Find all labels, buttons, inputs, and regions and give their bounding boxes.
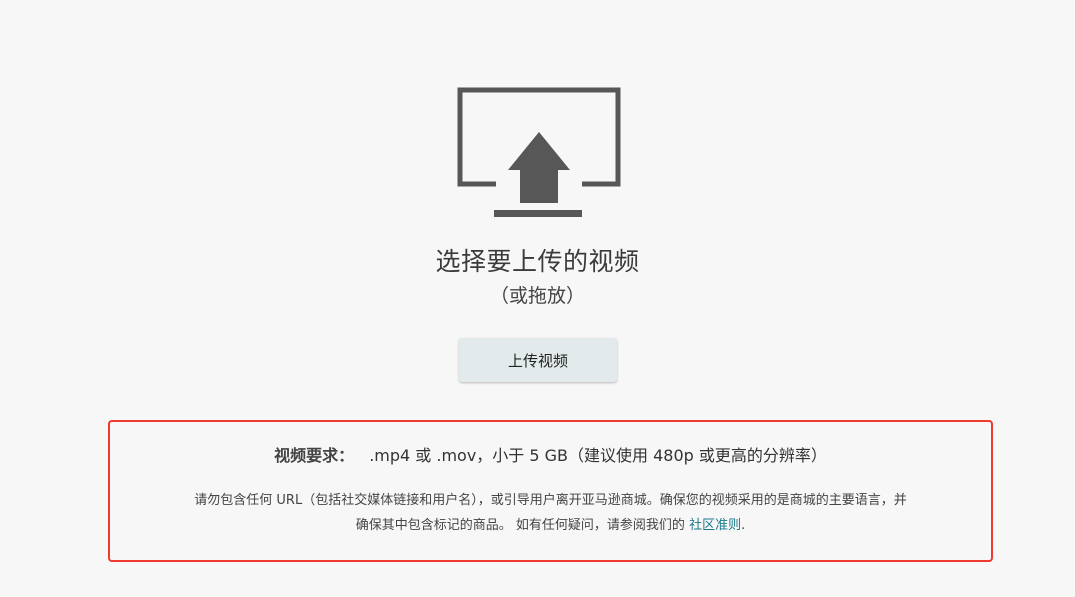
drag-drop-hint: （或拖放） xyxy=(489,285,585,307)
upload-video-button[interactable]: 上传视频 xyxy=(459,338,617,382)
guideline-text: 请勿包含任何 URL（包括社交媒体链接和用户名），或引导用户离开亚马逊商城。确保… xyxy=(110,488,991,538)
community-guidelines-link[interactable]: 社区准则 xyxy=(689,518,741,533)
video-requirements-box: 视频要求： .mp4 或 .mov，小于 5 GB（建议使用 480p 或更高的… xyxy=(108,420,993,562)
upload-title: 选择要上传的视频 xyxy=(435,247,640,276)
guideline-end: . xyxy=(741,518,746,533)
guideline-line-1: 请勿包含任何 URL（包括社交媒体链接和用户名），或引导用户离开亚马逊商城。确保… xyxy=(194,493,907,508)
requirements-label: 视频要求： xyxy=(274,446,355,465)
requirements-formats: .mp4 或 .mov，小于 5 GB（建议使用 480p 或更高的分辨率） xyxy=(369,446,827,465)
upload-page: 选择要上传的视频 （或拖放） 上传视频 视频要求： .mp4 或 .mov，小于… xyxy=(0,0,1075,597)
upload-to-monitor-icon xyxy=(457,87,621,217)
requirements-line: 视频要求： .mp4 或 .mov，小于 5 GB（建议使用 480p 或更高的… xyxy=(110,442,991,466)
guideline-line-2: 确保其中包含标记的商品。 如有任何疑问，请参阅我们的 xyxy=(355,518,685,533)
